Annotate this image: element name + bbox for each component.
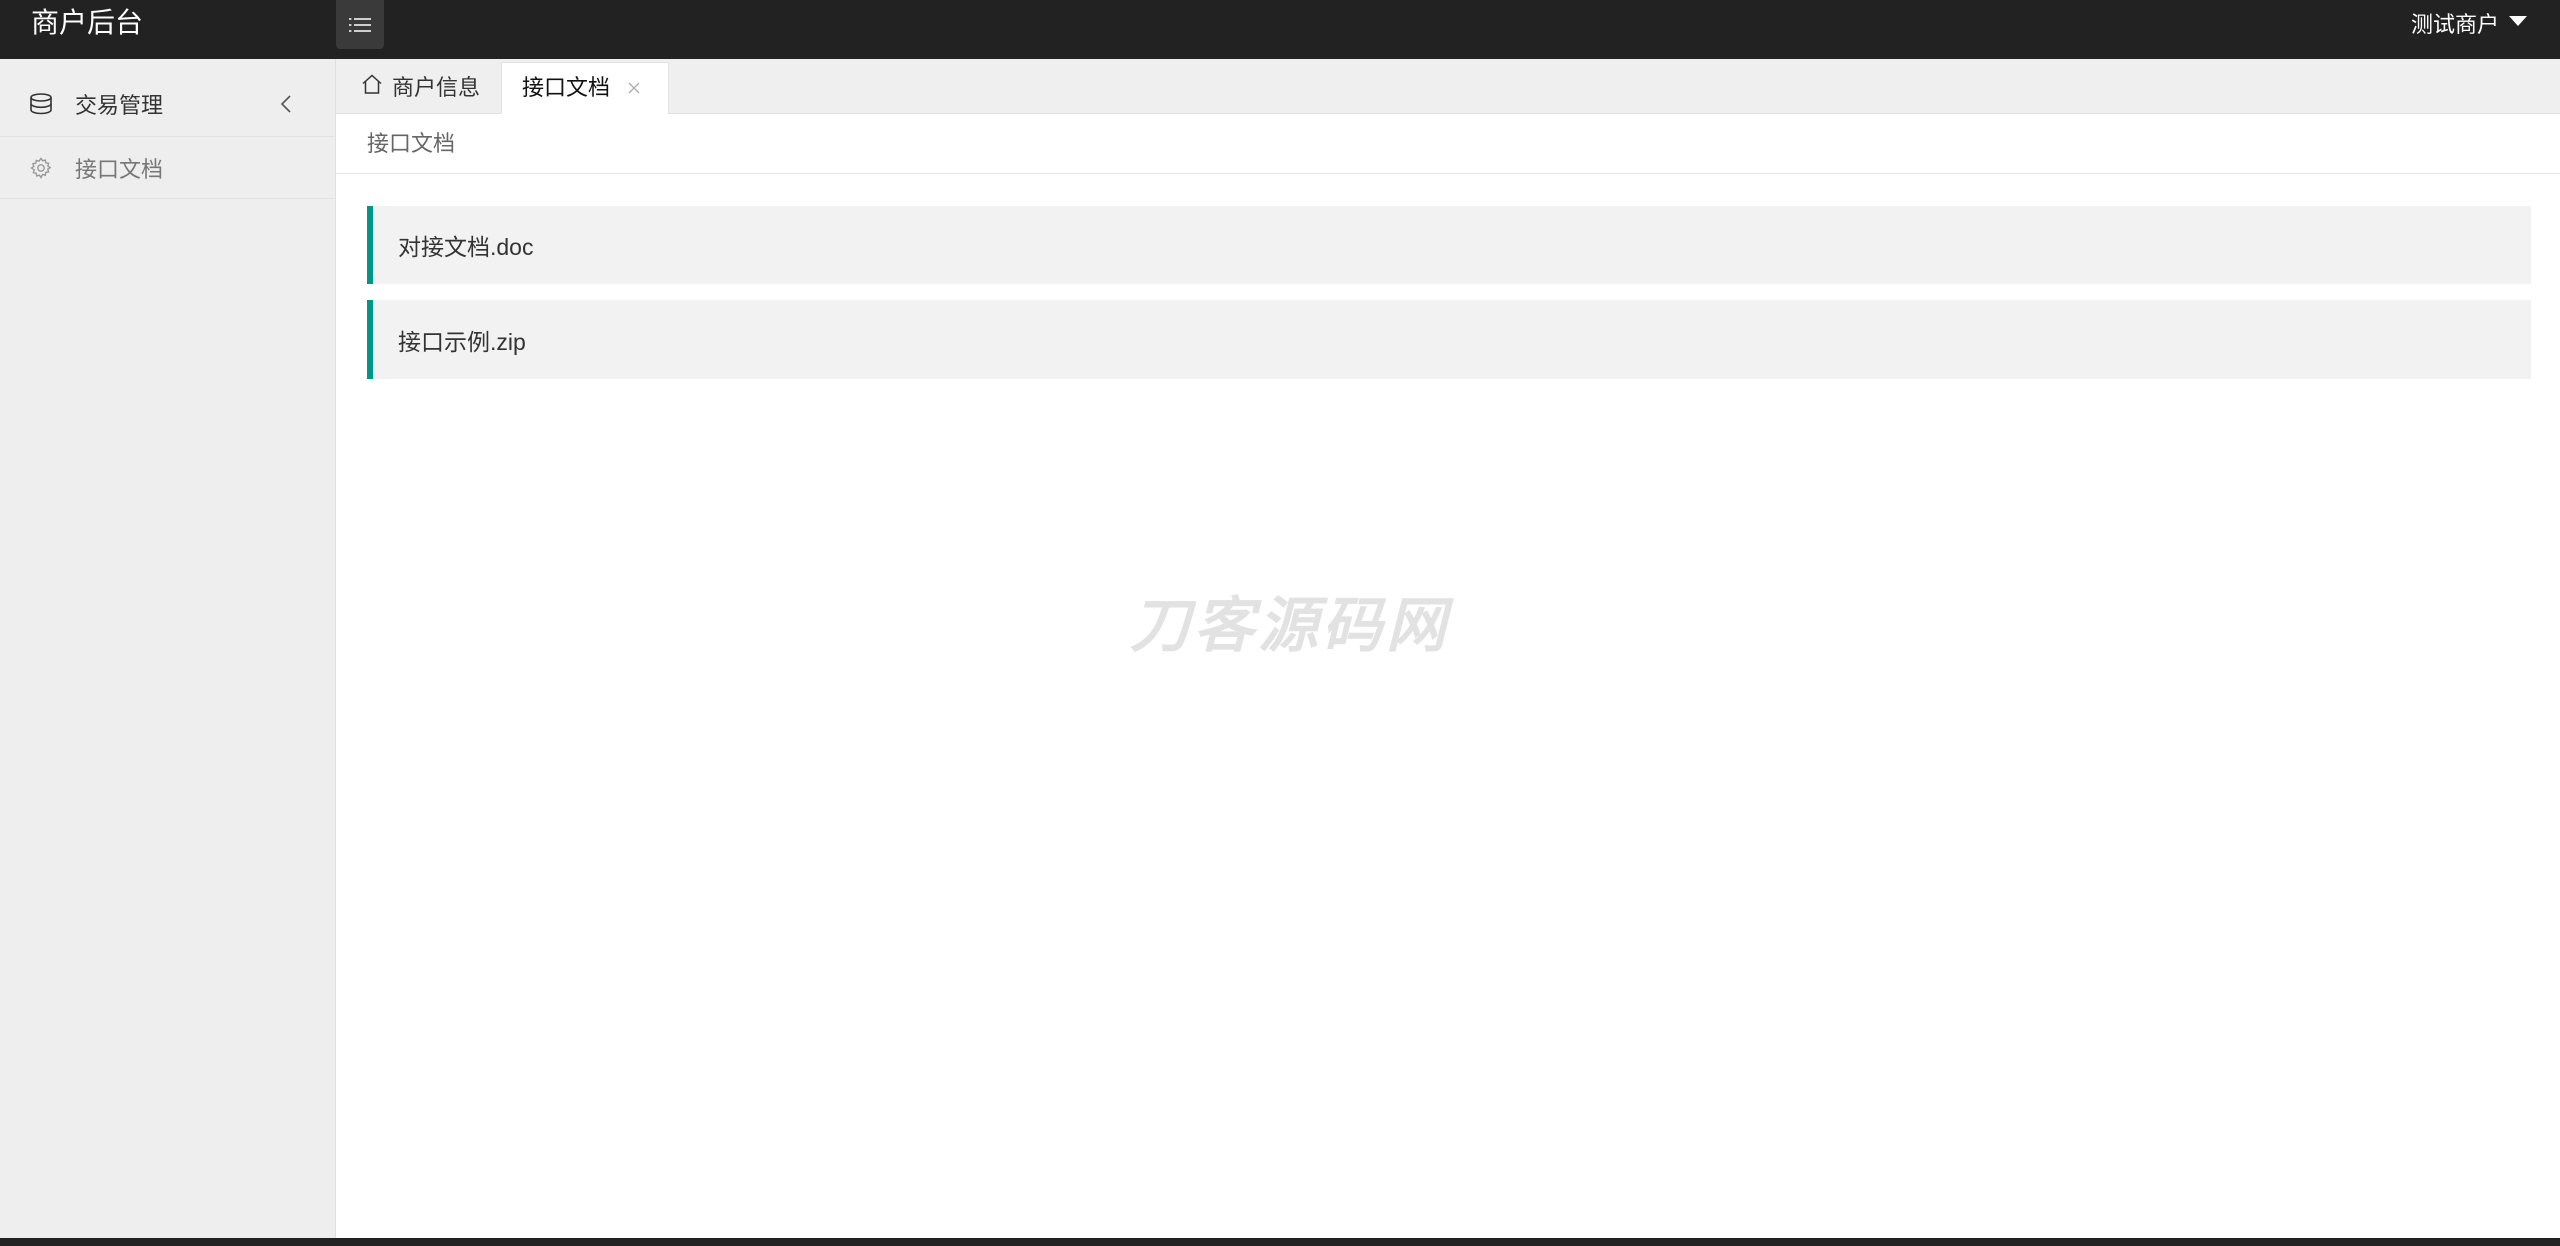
user-menu[interactable]: 测试商户 bbox=[2411, 6, 2527, 40]
app-title: 商户后台 bbox=[31, 7, 144, 38]
user-name: 测试商户 bbox=[2410, 12, 2499, 37]
tab-merchant-info[interactable]: 商户信息 bbox=[336, 62, 501, 114]
database-icon bbox=[29, 93, 53, 115]
close-icon[interactable] bbox=[627, 81, 641, 95]
breadcrumb: 接口文档 bbox=[367, 131, 456, 156]
sidebar-item-label: 交易管理 bbox=[75, 93, 164, 118]
bottom-strip bbox=[0, 1238, 2560, 1246]
sidebar: 交易管理 接口文档 bbox=[0, 59, 336, 1238]
sidebar-item-label: 接口文档 bbox=[75, 156, 164, 182]
sidebar-item-api-docs[interactable]: 接口文档 bbox=[0, 137, 335, 199]
watermark: 刀客源码网 bbox=[1130, 592, 1450, 659]
file-link[interactable]: 对接文档.doc bbox=[398, 228, 533, 262]
file-item: 接口示例.zip bbox=[367, 300, 2531, 379]
list-icon bbox=[349, 17, 371, 33]
file-link[interactable]: 接口示例.zip bbox=[398, 323, 526, 357]
tab-bar: 商户信息 接口文档 bbox=[336, 59, 2560, 114]
home-icon bbox=[361, 73, 383, 95]
file-item: 对接文档.doc bbox=[367, 206, 2531, 284]
top-header: 商户后台 测试商户 bbox=[0, 0, 2560, 59]
menu-toggle-button[interactable] bbox=[336, 0, 384, 49]
tab-label: 接口文档 bbox=[522, 75, 611, 100]
chevron-left-icon bbox=[280, 94, 292, 114]
tab-label: 商户信息 bbox=[392, 75, 481, 100]
sidebar-item-transactions[interactable]: 交易管理 bbox=[0, 72, 335, 137]
breadcrumb-bar: 接口文档 bbox=[336, 114, 2560, 174]
gear-icon bbox=[29, 156, 53, 180]
caret-down-icon bbox=[2509, 16, 2527, 26]
tab-api-docs[interactable]: 接口文档 bbox=[501, 62, 669, 114]
